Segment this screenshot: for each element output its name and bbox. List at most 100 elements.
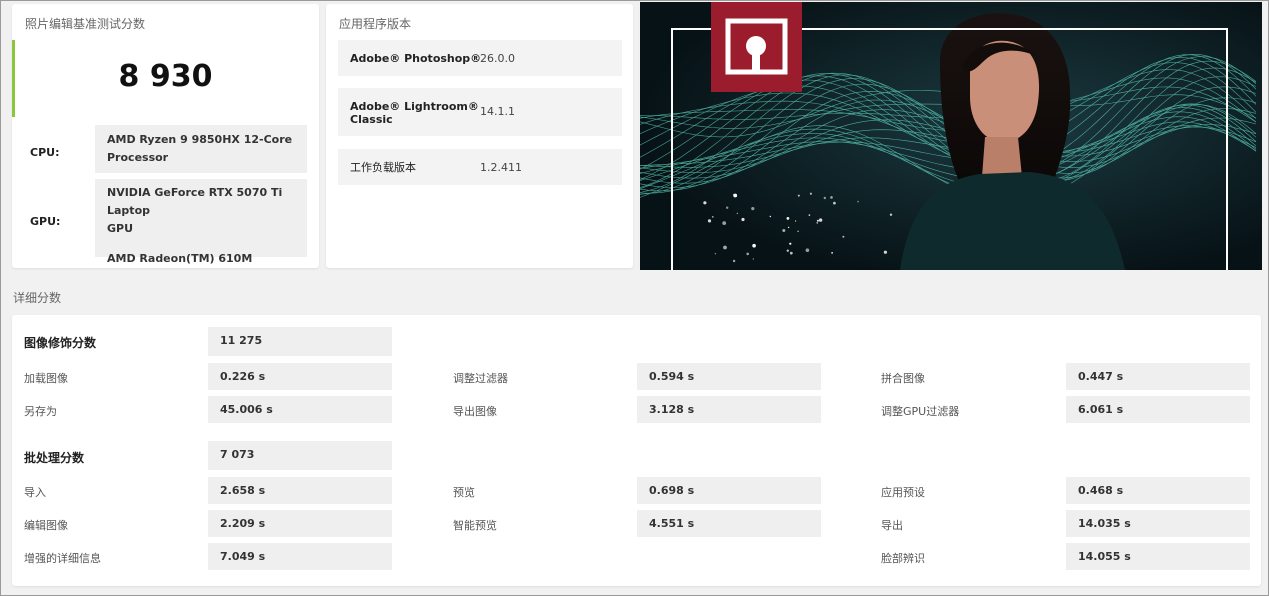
sparkle bbox=[889, 213, 893, 216]
sparkle bbox=[805, 248, 810, 252]
version-name: Adobe® Lightroom® Classic bbox=[350, 100, 479, 126]
metric-value: 2.209 s bbox=[208, 510, 392, 537]
metric-value: 0.468 s bbox=[1066, 477, 1250, 504]
gpu-value-line2: GPU bbox=[107, 222, 134, 235]
metric-value-text: 2.658 s bbox=[220, 484, 266, 497]
metric-value: 0.226 s bbox=[208, 363, 392, 390]
metric-value-text: 14.035 s bbox=[1078, 517, 1131, 530]
score-card: 照片编辑基准测试分数 8 930 CPU: AMD Ryzen 9 9850HX… bbox=[12, 4, 319, 268]
sparkle bbox=[831, 252, 833, 254]
sparkle bbox=[769, 215, 771, 218]
sparkle bbox=[736, 212, 738, 214]
metric-value-text: 0.468 s bbox=[1078, 484, 1124, 497]
version-row-lightroom: Adobe® Lightroom® Classic 14.1.1 bbox=[338, 88, 622, 136]
hero-banner bbox=[640, 2, 1262, 270]
batch-score-value: 7 073 bbox=[208, 441, 392, 470]
metric-value-text: 4.551 s bbox=[649, 517, 695, 530]
sparkle bbox=[883, 250, 887, 254]
metric-value: 2.658 s bbox=[208, 477, 392, 504]
metric-label: 拼合图像 bbox=[881, 372, 925, 385]
metric-value: 6.061 s bbox=[1066, 396, 1250, 423]
gpu-value-line3: AMD Radeon(TM) 610M bbox=[107, 252, 253, 265]
metric-value-text: 3.128 s bbox=[649, 403, 695, 416]
metric-value-text: 6.061 s bbox=[1078, 403, 1124, 416]
metric-label: 应用预设 bbox=[881, 486, 925, 499]
sparkle bbox=[732, 259, 736, 263]
metric-value: 0.698 s bbox=[637, 477, 821, 504]
gpu-value: NVIDIA GeForce RTX 5070 Ti Laptop GPU AM… bbox=[95, 179, 307, 265]
metric-value-text: 14.055 s bbox=[1078, 550, 1131, 563]
sparkle bbox=[703, 201, 707, 205]
version-name: 工作负载版本 bbox=[350, 161, 416, 174]
sparkle bbox=[722, 221, 727, 226]
metric-value: 0.447 s bbox=[1066, 363, 1250, 390]
version-card-title: 应用程序版本 bbox=[339, 17, 412, 31]
metric-value: 7.049 s bbox=[208, 543, 392, 570]
cpu-value-line1: AMD Ryzen 9 9850HX 12-Core bbox=[107, 133, 293, 146]
sparkle bbox=[782, 229, 786, 232]
cpu-value-line2: Processor bbox=[107, 151, 169, 164]
sparkle bbox=[752, 258, 754, 260]
image-retouch-score-label: 图像修饰分数 bbox=[24, 336, 97, 350]
metric-label: 导入 bbox=[24, 486, 46, 499]
sparkle bbox=[809, 192, 812, 195]
metric-value: 14.055 s bbox=[1066, 543, 1250, 570]
cpu-value: AMD Ryzen 9 9850HX 12-Core Processor bbox=[95, 125, 307, 173]
image-retouch-score-text: 11 275 bbox=[220, 334, 263, 347]
version-value: 1.2.411 bbox=[480, 161, 522, 174]
sparkle bbox=[830, 196, 833, 199]
overall-score: 8 930 bbox=[118, 59, 213, 94]
metric-label: 调整GPU过滤器 bbox=[881, 405, 960, 418]
sparkle bbox=[714, 253, 717, 255]
metric-value-text: 2.209 s bbox=[220, 517, 266, 530]
metric-value: 0.594 s bbox=[637, 363, 821, 390]
gpu-label: GPU: bbox=[30, 215, 61, 228]
sparkle bbox=[733, 193, 735, 196]
score-card-title: 照片编辑基准测试分数 bbox=[25, 17, 146, 31]
sparkle bbox=[797, 194, 800, 197]
sparkle bbox=[786, 217, 790, 220]
metric-value: 45.006 s bbox=[208, 396, 392, 423]
metric-label: 另存为 bbox=[24, 405, 57, 418]
metric-value: 4.551 s bbox=[637, 510, 821, 537]
sparkle bbox=[818, 218, 823, 222]
version-name: Adobe® Photoshop® bbox=[350, 52, 482, 65]
metric-value-text: 7.049 s bbox=[220, 550, 266, 563]
sparkle bbox=[789, 251, 793, 255]
sparkle bbox=[816, 219, 819, 222]
sparkle bbox=[816, 222, 818, 224]
metric-label: 调整过滤器 bbox=[453, 372, 508, 385]
batch-score-label: 批处理分数 bbox=[24, 451, 85, 465]
sparkle bbox=[752, 243, 756, 248]
sparkle bbox=[787, 226, 790, 229]
version-row-photoshop: Adobe® Photoshop® 26.0.0 bbox=[338, 40, 622, 76]
version-name-line2: Classic bbox=[350, 113, 393, 126]
banner-illustration bbox=[640, 2, 1262, 270]
sparkle bbox=[797, 230, 799, 233]
sparkle bbox=[786, 249, 789, 252]
metric-value-text: 0.698 s bbox=[649, 484, 695, 497]
metric-value-text: 45.006 s bbox=[220, 403, 273, 416]
sparkle bbox=[751, 207, 755, 211]
metric-label: 预览 bbox=[453, 486, 475, 499]
metric-label: 导出图像 bbox=[453, 405, 497, 418]
gpu-value-line1: NVIDIA GeForce RTX 5070 Ti Laptop bbox=[107, 186, 283, 217]
sparkle bbox=[726, 206, 729, 209]
image-frame-icon bbox=[711, 2, 802, 92]
sparkle bbox=[808, 214, 811, 216]
sparkle bbox=[823, 196, 826, 200]
sparkle bbox=[833, 201, 836, 205]
sparkle bbox=[842, 235, 845, 238]
metric-value-text: 0.447 s bbox=[1078, 370, 1124, 383]
image-retouch-score-value: 11 275 bbox=[208, 327, 392, 356]
details-card: 图像修饰分数 11 275 加载图像 0.226 s 调整过滤器 0.594 s… bbox=[12, 315, 1261, 586]
sparkle bbox=[746, 252, 749, 256]
cpu-label: CPU: bbox=[30, 146, 60, 159]
sparkle bbox=[789, 242, 792, 245]
version-row-workload: 工作负载版本 1.2.411 bbox=[338, 149, 622, 185]
sparkle bbox=[741, 217, 745, 222]
metric-value-text: 0.226 s bbox=[220, 370, 266, 383]
metric-label: 智能预览 bbox=[453, 519, 497, 532]
sparkle bbox=[707, 219, 712, 223]
metric-label: 增强的详细信息 bbox=[24, 552, 101, 565]
